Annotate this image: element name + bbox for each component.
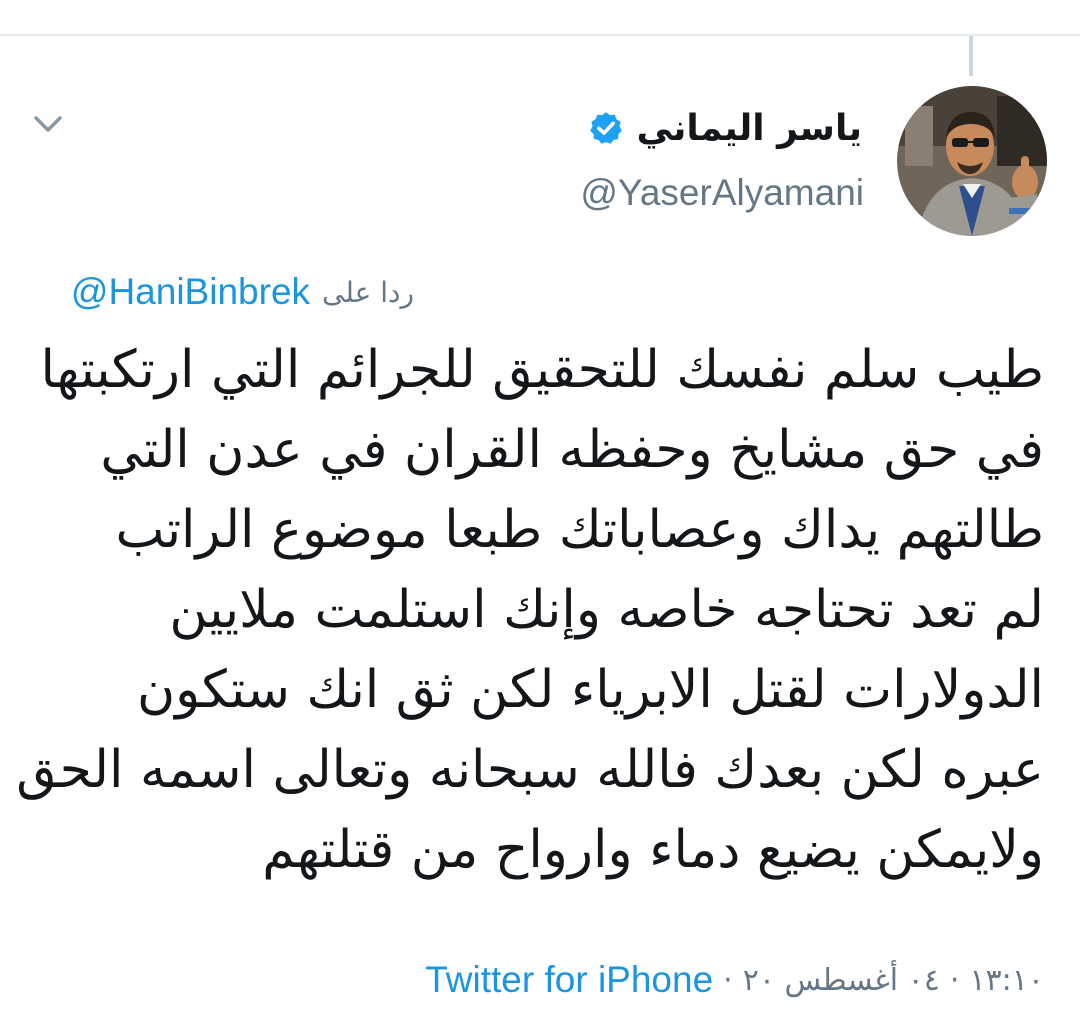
reply-to-handle-link[interactable]: @HaniBinbrek (71, 271, 310, 313)
author-handle[interactable]: @YaserAlyamani (580, 172, 864, 214)
tweet-text-line: لم تعد تحتاجه خاصه وإنك استلمت ملايين (169, 580, 1044, 640)
thread-connector-line (969, 36, 973, 76)
tweet-source-link[interactable]: Twitter for iPhone (425, 959, 713, 1001)
verified-badge-icon (590, 112, 623, 144)
avatar[interactable] (897, 86, 1047, 236)
reply-prefix: ردا على (322, 275, 414, 309)
tweet-text-line: عبره لكن بعدك فالله سبحانه وتعالى اسمه ا… (16, 740, 1044, 800)
author-name-row[interactable]: ياسر اليماني (588, 100, 862, 156)
display-name[interactable]: ياسر اليماني (636, 108, 862, 149)
tweet-metadata: ١٣:١٠ · ٠٤ أغسطس ٢٠ · Twitter for iPhone (425, 952, 1044, 1008)
tweet-text-line: الدولارات لقتل الابرياء لكن ثق انك ستكون (136, 660, 1044, 720)
meta-separator: · (723, 962, 733, 998)
reply-context: ردا على @HaniBinbrek (71, 266, 414, 318)
meta-separator: · (949, 962, 960, 998)
tweet-text-line: ولايمكن يضيع دماء وارواح من قتلتهم (262, 820, 1044, 880)
tweet-time[interactable]: ١٣:١٠ (969, 963, 1044, 998)
tweet-date[interactable]: ٠٤ أغسطس ٢٠ (743, 963, 940, 998)
tweet-text: طيب سلم نفسك للتحقيق للجرائم التي ارتكبت… (16, 330, 1045, 890)
tweet-text-line: طالتهم يداك وعصاباتك طبعا موضوع الراتب (115, 500, 1044, 560)
top-divider (0, 34, 1080, 36)
tweet-text-line: طيب سلم نفسك للتحقيق للجرائم التي ارتكبت… (40, 340, 1045, 400)
chevron-down-icon[interactable] (30, 110, 66, 138)
tweet-text-line: في حق مشايخ وحفظه القران في عدن التي (100, 420, 1044, 480)
